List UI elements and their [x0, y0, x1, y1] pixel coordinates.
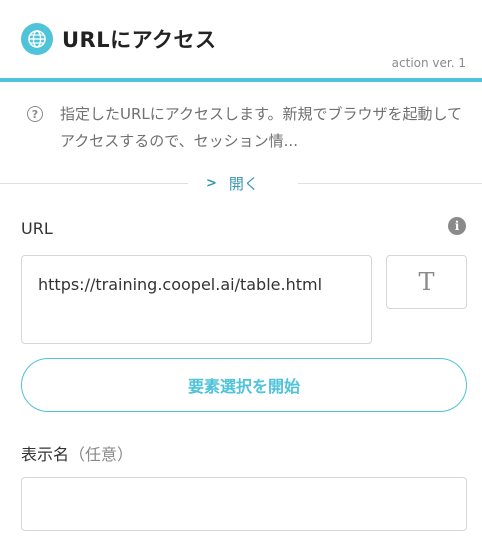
display-name-label-text: 表示名 — [21, 445, 70, 464]
globe-icon — [21, 23, 53, 55]
description-text: 指定したURLにアクセスします。新規でブラウザを起動してアクセスするので、セッシ… — [60, 105, 463, 150]
display-name-label: 表示名（任意） — [21, 441, 133, 465]
info-icon[interactable]: i — [448, 217, 466, 235]
expand-toggle-label: 開く — [228, 174, 259, 193]
expand-description-toggle[interactable]: > 開く — [206, 171, 259, 195]
display-name-input[interactable] — [21, 477, 467, 531]
url-input[interactable]: https://training.coopel.ai/table.html — [21, 255, 372, 344]
action-header: URLにアクセス action ver. 1 — [0, 0, 482, 82]
display-name-optional: （任意） — [69, 445, 134, 464]
text-mode-glyph: T — [418, 268, 435, 296]
action-version: action ver. 1 — [391, 56, 466, 70]
action-title: URLにアクセス — [62, 28, 217, 52]
chevron-right-icon: > — [206, 175, 217, 191]
help-icon: ? — [27, 106, 43, 122]
divider-right — [298, 183, 482, 184]
start-element-selection-button[interactable]: 要素選択を開始 — [21, 358, 467, 412]
text-mode-button[interactable]: T — [386, 255, 467, 309]
url-label: URL — [21, 219, 53, 238]
divider-left — [0, 183, 188, 184]
